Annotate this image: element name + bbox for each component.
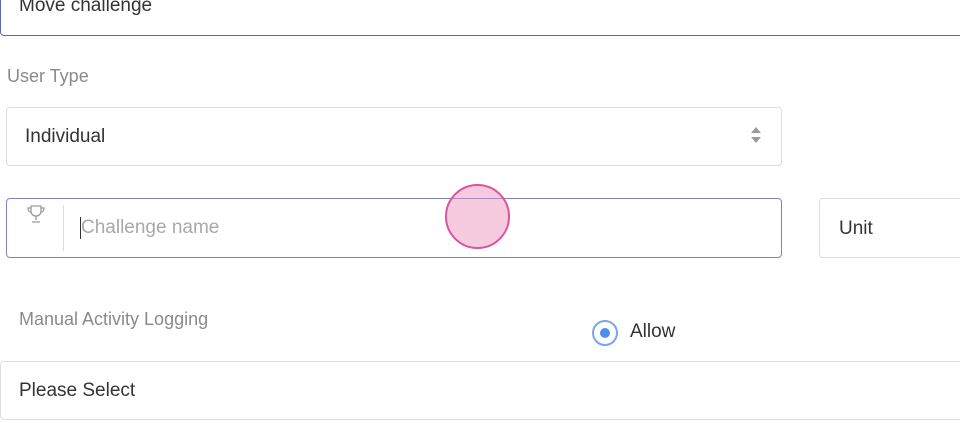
input-addon-divider xyxy=(63,205,64,251)
challenge-type-value: Move challenge xyxy=(19,0,153,16)
manual-activity-logging-label: Manual Activity Logging xyxy=(19,309,209,329)
unit-field[interactable]: Unit xyxy=(819,198,960,258)
challenge-name-input[interactable] xyxy=(81,213,681,243)
unit-value: Unit xyxy=(839,218,873,239)
user-type-selected-value: Individual xyxy=(25,126,106,147)
allow-radio-button[interactable] xyxy=(592,320,618,346)
radio-selected-dot xyxy=(600,328,610,338)
trophy-icon xyxy=(27,205,45,223)
logging-select[interactable]: Please Select xyxy=(0,361,960,420)
challenge-type-field[interactable]: Move challenge xyxy=(0,0,960,36)
user-type-label: User Type xyxy=(7,66,89,86)
logging-select-value: Please Select xyxy=(19,380,136,401)
select-arrows-icon xyxy=(751,127,761,147)
user-type-select[interactable]: Individual xyxy=(6,107,782,166)
touch-indicator xyxy=(445,184,510,249)
allow-radio-label: Allow xyxy=(630,321,676,342)
challenge-name-field[interactable] xyxy=(6,198,782,258)
